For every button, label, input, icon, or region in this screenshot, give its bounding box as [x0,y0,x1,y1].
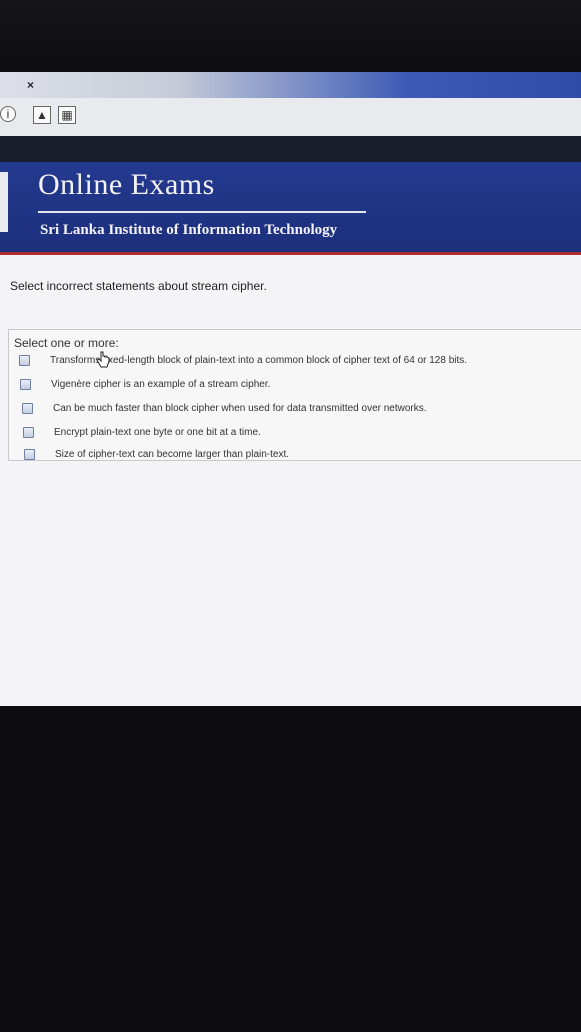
banner-title: Online Exams [38,168,215,201]
option-4-label[interactable]: Encrypt plain-text one byte or one bit a… [54,427,261,438]
option-3-label[interactable]: Can be much faster than block cipher whe… [53,403,427,414]
banner-divider [38,211,366,213]
option-4[interactable]: Encrypt plain-text one byte or one bit a… [23,424,261,440]
answer-box: Select one or more: Transforms fixed-len… [8,329,581,461]
option-1-label[interactable]: Transforms fixed-length block of plain-t… [50,355,467,366]
banner-subtitle: Sri Lanka Institute of Information Techn… [40,222,338,238]
question-area: Select incorrect statements about stream… [0,255,581,706]
option-2[interactable]: Vigenère cipher is an example of a strea… [20,376,270,392]
tab-close-icon[interactable]: × [27,78,34,92]
option-3-checkbox[interactable] [22,402,33,414]
monitor-screen: × i ▲ ▦ Online Exams Sri Lanka Institute… [0,72,581,706]
calculator-icon[interactable]: ▦ [58,106,76,124]
option-5-label[interactable]: Size of cipher-text can become larger th… [55,449,289,460]
option-3[interactable]: Can be much faster than block cipher whe… [22,400,427,416]
option-2-label[interactable]: Vigenère cipher is an example of a strea… [51,379,270,390]
question-text: Select incorrect statements about stream… [10,279,267,293]
option-1-checkbox[interactable] [19,354,30,366]
option-4-checkbox[interactable] [23,426,34,438]
option-2-checkbox[interactable] [20,378,31,390]
option-5[interactable]: Size of cipher-text can become larger th… [24,446,289,462]
option-5-checkbox[interactable] [24,448,35,460]
hand-cursor-icon [96,351,110,368]
photo-stage: × i ▲ ▦ Online Exams Sri Lanka Institute… [0,0,581,1032]
info-icon[interactable]: i [0,106,16,122]
answer-prompt: Select one or more: [14,336,119,350]
browser-toolbar: i ▲ ▦ [0,98,581,137]
toolbar-separator [0,136,581,162]
site-banner: Online Exams Sri Lanka Institute of Info… [0,162,581,255]
pdf-icon[interactable]: ▲ [33,106,51,124]
option-1[interactable]: Transforms fixed-length block of plain-t… [19,352,467,368]
browser-tab-strip: × [0,72,581,98]
banner-logo-edge [0,172,8,232]
